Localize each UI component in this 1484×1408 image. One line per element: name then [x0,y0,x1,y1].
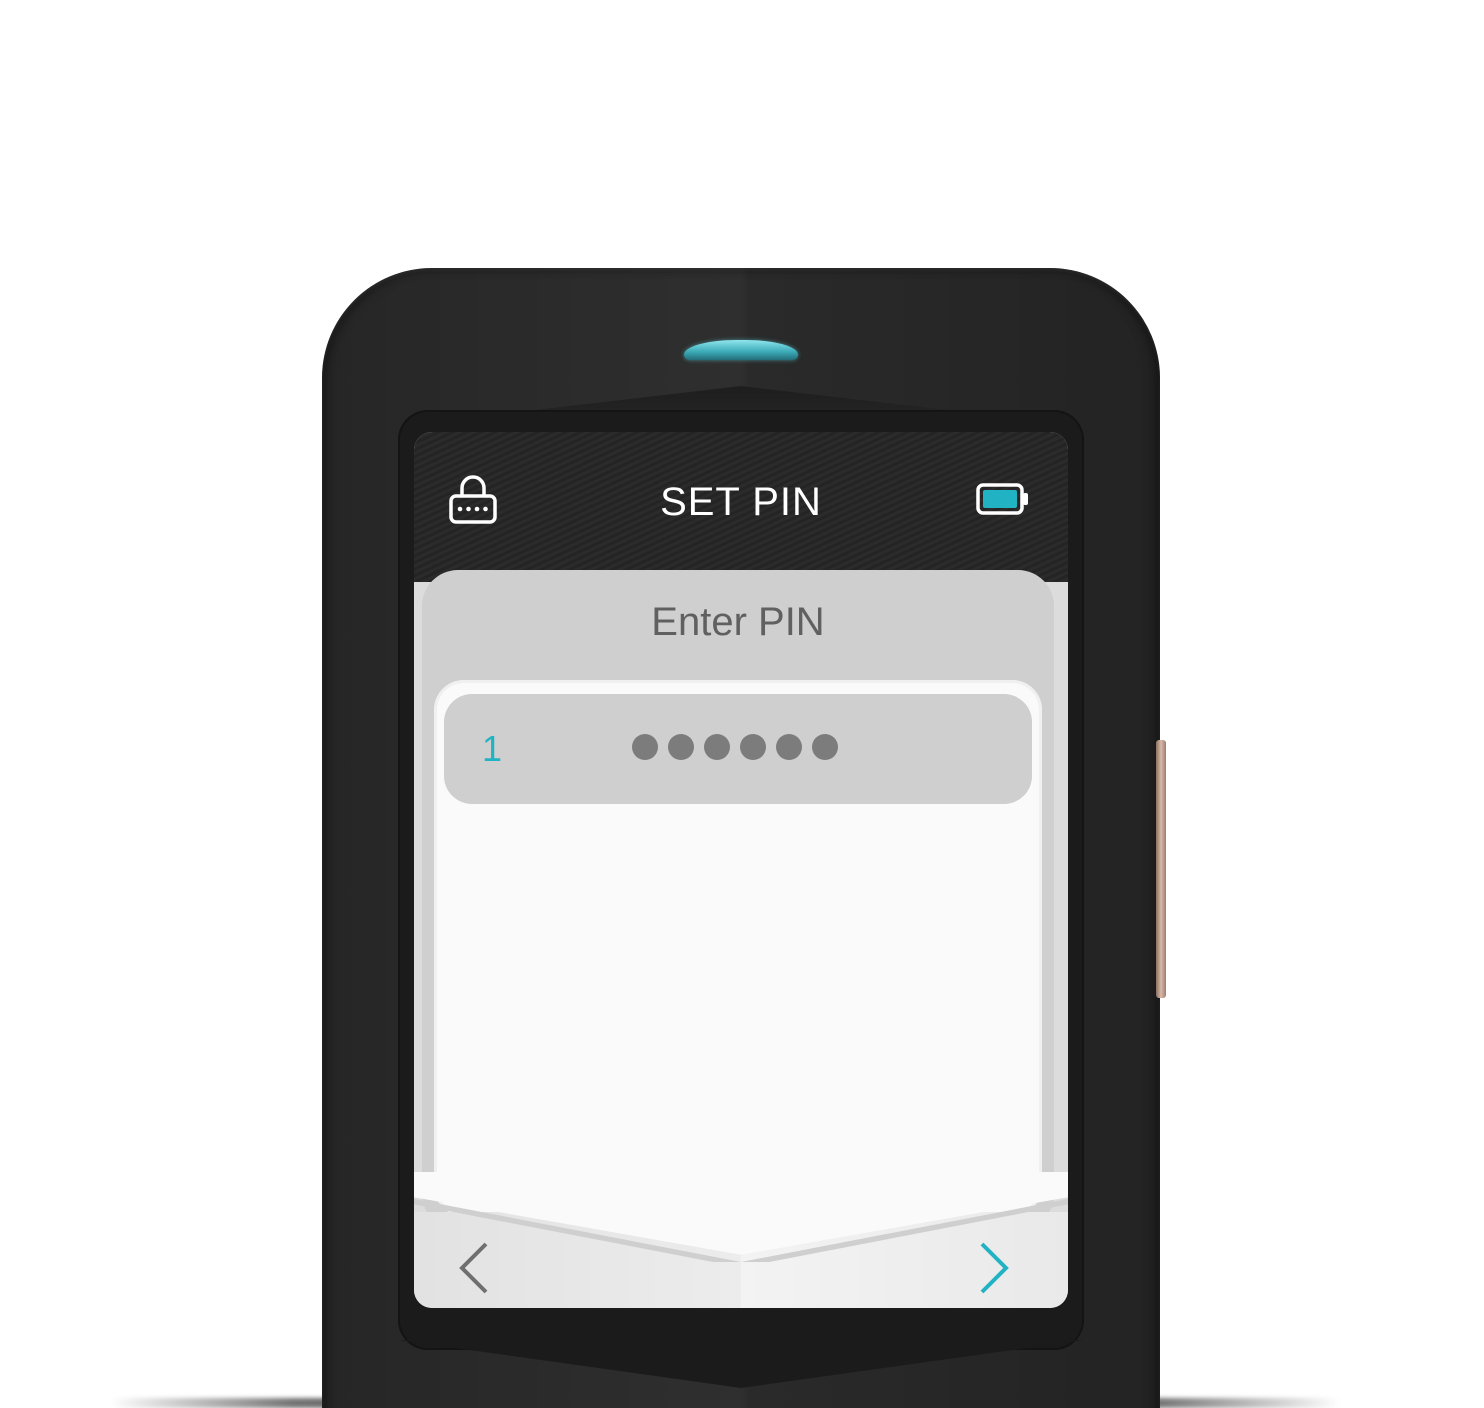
screen-header: SET PIN [414,432,1068,582]
pin-dot [776,734,802,760]
pin-dot [740,734,766,760]
pin-dot [632,734,658,760]
page-title: SET PIN [660,480,822,524]
pin-dot [668,734,694,760]
pin-card: Enter PIN 1 [422,570,1054,1230]
screen: SET PIN Enter PIN 1 [414,432,1068,1308]
stage: SET PIN Enter PIN 1 [0,0,1484,1408]
pin-dot [704,734,730,760]
side-button[interactable] [1156,740,1166,998]
pin-masked-digits [632,734,838,764]
status-led [684,340,798,360]
battery-icon [976,483,1028,515]
chevron-right-icon[interactable] [974,1240,1014,1296]
chevron-left-icon[interactable] [454,1240,494,1296]
card-title: Enter PIN [651,600,825,644]
pin-list: 1 [434,680,1042,1216]
pin-entry-row[interactable]: 1 [444,694,1032,804]
pin-index: 1 [482,728,503,769]
pin-dot [812,734,838,760]
